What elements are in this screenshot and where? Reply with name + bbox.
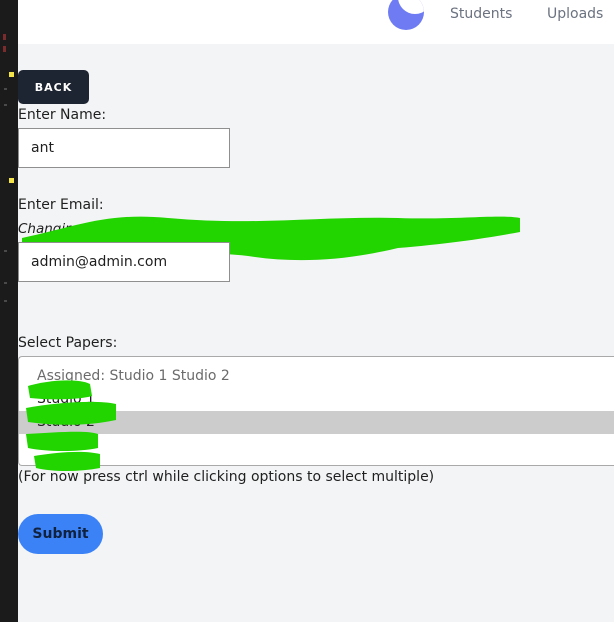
strip-marker bbox=[4, 88, 7, 90]
papers-help-text: (For now press ctrl while clicking optio… bbox=[18, 469, 435, 485]
papers-multiselect[interactable]: Assigned: Studio 1 Studio 2 Studio 1 Stu… bbox=[18, 356, 614, 466]
top-navbar: Students Uploads bbox=[18, 0, 614, 44]
editor-side-strip bbox=[0, 0, 18, 622]
email-label: Enter Email: bbox=[18, 197, 104, 213]
name-input[interactable] bbox=[18, 128, 230, 168]
app-logo-icon[interactable] bbox=[388, 0, 424, 30]
strip-marker bbox=[4, 104, 7, 106]
strip-marker bbox=[9, 178, 14, 183]
strip-marker bbox=[4, 282, 7, 284]
strip-marker bbox=[3, 34, 6, 40]
strip-marker bbox=[4, 250, 7, 252]
submit-button[interactable]: Submit bbox=[18, 514, 103, 554]
papers-option-studio-2[interactable]: Studio 2 bbox=[19, 411, 614, 434]
strip-marker bbox=[3, 46, 6, 52]
nav-link-uploads[interactable]: Uploads bbox=[547, 6, 603, 22]
back-button[interactable]: BACK bbox=[18, 70, 89, 104]
edit-user-form: BACK Enter Name: Enter Email: Changing t… bbox=[18, 44, 614, 622]
papers-label: Select Papers: bbox=[18, 335, 118, 351]
email-input[interactable] bbox=[18, 242, 230, 282]
email-warning-text: Changing this from admin@admin.com will … bbox=[18, 221, 498, 237]
papers-option-studio-4[interactable]: Studio 4 bbox=[19, 457, 614, 465]
papers-option-studio-3[interactable]: Studio 3 bbox=[19, 434, 614, 457]
name-label: Enter Name: bbox=[18, 107, 107, 123]
papers-option-assigned: Assigned: Studio 1 Studio 2 bbox=[37, 368, 230, 384]
nav-link-students[interactable]: Students bbox=[450, 6, 512, 22]
strip-marker bbox=[4, 300, 7, 302]
strip-marker bbox=[9, 72, 14, 77]
papers-option-studio-1[interactable]: Studio 1 bbox=[19, 388, 614, 411]
